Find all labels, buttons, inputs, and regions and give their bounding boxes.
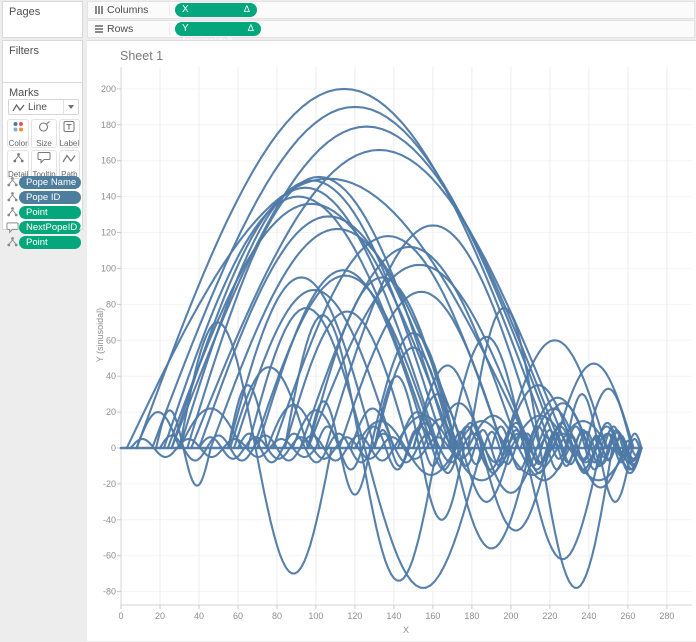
- svg-text:-40: -40: [103, 515, 116, 525]
- pages-shelf[interactable]: Pages: [2, 1, 83, 38]
- x-axis-title: X: [403, 625, 409, 635]
- svg-text:160: 160: [101, 156, 116, 166]
- filters-label: Filters: [3, 41, 82, 57]
- svg-text:140: 140: [101, 192, 116, 202]
- svg-text:160: 160: [425, 611, 440, 621]
- svg-text:80: 80: [272, 611, 282, 621]
- svg-text:60: 60: [233, 611, 243, 621]
- svg-text:140: 140: [386, 611, 401, 621]
- svg-text:0: 0: [118, 611, 123, 621]
- detail-icon: [6, 236, 19, 248]
- mark-type-select[interactable]: Line: [8, 99, 79, 115]
- marks-pill-row: Pope ID: [6, 190, 81, 204]
- svg-text:200: 200: [101, 84, 116, 94]
- columns-icon: [93, 5, 104, 15]
- marks-pill-row: Pope Name: [6, 175, 81, 189]
- table-calc-delta-icon: Δ: [79, 221, 81, 234]
- pill-label: X: [182, 3, 238, 17]
- sheet-canvas: Sheet 1 02040608010012014016018020022024…: [87, 40, 696, 641]
- detail-icon: [6, 206, 19, 218]
- pill-point[interactable]: Point: [19, 206, 81, 219]
- rows-shelf-label: Rows: [107, 23, 151, 35]
- marks-pill-row: Point: [6, 205, 81, 219]
- columns-shelf[interactable]: Columns X Δ: [87, 1, 695, 19]
- tableau-window: Pages Filters Marks Line ColorSizeLabelD…: [0, 0, 696, 641]
- svg-text:-60: -60: [103, 551, 116, 561]
- chevron-down-icon: [63, 100, 78, 114]
- rows-shelf[interactable]: Rows Y (sinusoidal) Δ: [87, 20, 695, 38]
- svg-text:20: 20: [106, 407, 116, 417]
- color-button[interactable]: Color: [7, 119, 29, 148]
- marks-buttons: ColorSizeLabelDetailTooltipPath: [7, 119, 80, 179]
- line-mark-icon: [12, 103, 25, 112]
- pill-pope-name[interactable]: Pope Name: [19, 176, 81, 189]
- svg-text:120: 120: [347, 611, 362, 621]
- pages-label: Pages: [3, 2, 82, 18]
- svg-text:240: 240: [581, 611, 596, 621]
- svg-text:80: 80: [106, 299, 116, 309]
- svg-text:180: 180: [101, 120, 116, 130]
- tooltip-icon: [37, 151, 51, 169]
- size-icon: [37, 120, 51, 138]
- svg-text:100: 100: [308, 611, 323, 621]
- svg-text:20: 20: [155, 611, 165, 621]
- marks-card: Marks Line ColorSizeLabelDetailTooltipPa…: [2, 82, 83, 230]
- detail-icon: [6, 176, 19, 188]
- pill-nextpopeid[interactable]: NextPopeIDΔ: [19, 221, 81, 234]
- marks-pill-row: Point: [6, 235, 81, 249]
- rows-icon: [93, 24, 104, 34]
- label-button[interactable]: Label: [59, 119, 81, 148]
- table-calc-delta-icon: Δ: [244, 3, 250, 17]
- button-label: Label: [60, 139, 80, 148]
- svg-text:220: 220: [542, 611, 557, 621]
- svg-text:40: 40: [194, 611, 204, 621]
- color-icon: [11, 120, 25, 138]
- size-button[interactable]: Size: [31, 119, 56, 148]
- y-axis-title: Y (sinusoidal): [95, 308, 105, 362]
- pill-label: Y (sinusoidal): [182, 22, 242, 36]
- shelf-divider: [169, 4, 170, 16]
- tooltip-icon: [6, 221, 19, 234]
- svg-text:280: 280: [659, 611, 674, 621]
- horizontal-gridlines: [121, 89, 692, 592]
- svg-text:120: 120: [101, 228, 116, 238]
- line-chart[interactable]: 020406080100120140160180200220240260280-…: [87, 41, 696, 642]
- svg-text:260: 260: [620, 611, 635, 621]
- x-axis-tick-labels: 0 20 40 60 80 100 120 140 160 180 200 220 240 260 280: [118, 611, 674, 621]
- detail-icon: [12, 151, 25, 169]
- svg-text:0: 0: [111, 443, 116, 453]
- pill-pope-id[interactable]: Pope ID: [19, 191, 81, 204]
- rows-pill-y-sinusoidal[interactable]: Y (sinusoidal) Δ: [175, 22, 261, 36]
- table-calc-delta-icon: Δ: [248, 22, 254, 36]
- svg-text:40: 40: [106, 371, 116, 381]
- svg-text:100: 100: [101, 263, 116, 273]
- svg-text:-80: -80: [103, 587, 116, 597]
- svg-text:200: 200: [503, 611, 518, 621]
- svg-text:60: 60: [106, 335, 116, 345]
- detail-icon: [6, 191, 19, 203]
- mark-type-value: Line: [28, 102, 63, 113]
- marks-pills: Pope Name Pope ID Point NextPopeIDΔ Point: [6, 175, 81, 250]
- columns-shelf-label: Columns: [107, 4, 151, 16]
- path-icon: [62, 151, 76, 169]
- label-icon: [62, 120, 76, 138]
- columns-pill-x[interactable]: X Δ: [175, 3, 257, 17]
- marks-label: Marks: [3, 83, 82, 99]
- shelf-divider: [169, 23, 170, 35]
- button-label: Size: [36, 139, 52, 148]
- svg-text:-20: -20: [103, 479, 116, 489]
- svg-text:180: 180: [464, 611, 479, 621]
- button-label: Color: [9, 139, 28, 148]
- marks-pill-row: NextPopeIDΔ: [6, 220, 81, 234]
- pill-point[interactable]: Point: [19, 236, 81, 249]
